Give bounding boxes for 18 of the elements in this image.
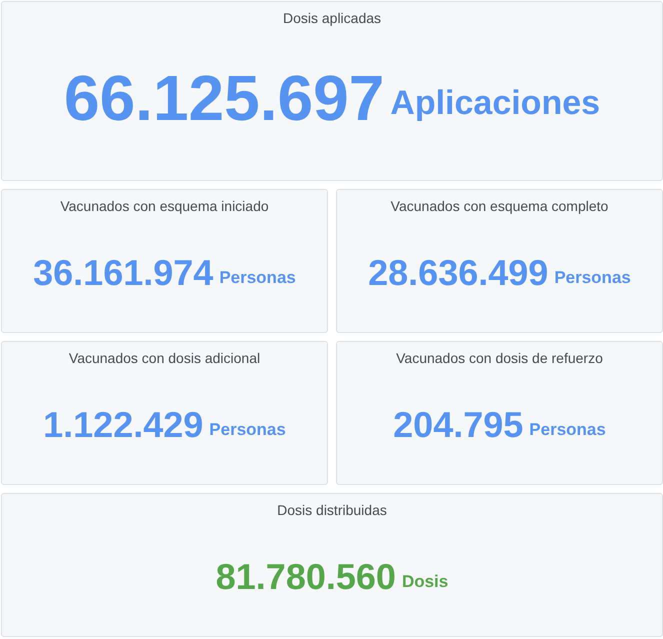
stat-value: 1.122.429 (43, 406, 204, 442)
stat-unit: Aplicaciones (390, 86, 600, 120)
stat-value: 28.636.499 (368, 254, 548, 290)
stat-unit: Personas (219, 269, 296, 286)
panel-title: Dosis aplicadas (282, 9, 382, 28)
stat-value: 66.125.697 (64, 66, 384, 130)
stat-value: 36.161.974 (33, 254, 214, 290)
stat-unit: Dosis (402, 573, 448, 590)
stat-unit: Personas (554, 269, 631, 286)
stat-unit: Personas (529, 421, 606, 438)
panel-title: Vacunados con esquema completo (390, 197, 608, 216)
stat-value: 81.780.560 (216, 558, 396, 594)
stat-value: 204.795 (393, 406, 524, 442)
panel-title: Vacunados con esquema iniciado (60, 197, 269, 216)
panel-title: Vacunados con dosis adicional (68, 349, 260, 368)
panel-title: Vacunados con dosis de refuerzo (396, 349, 603, 368)
panel-title: Dosis distribuidas (277, 501, 387, 520)
stat-unit: Personas (209, 421, 286, 438)
